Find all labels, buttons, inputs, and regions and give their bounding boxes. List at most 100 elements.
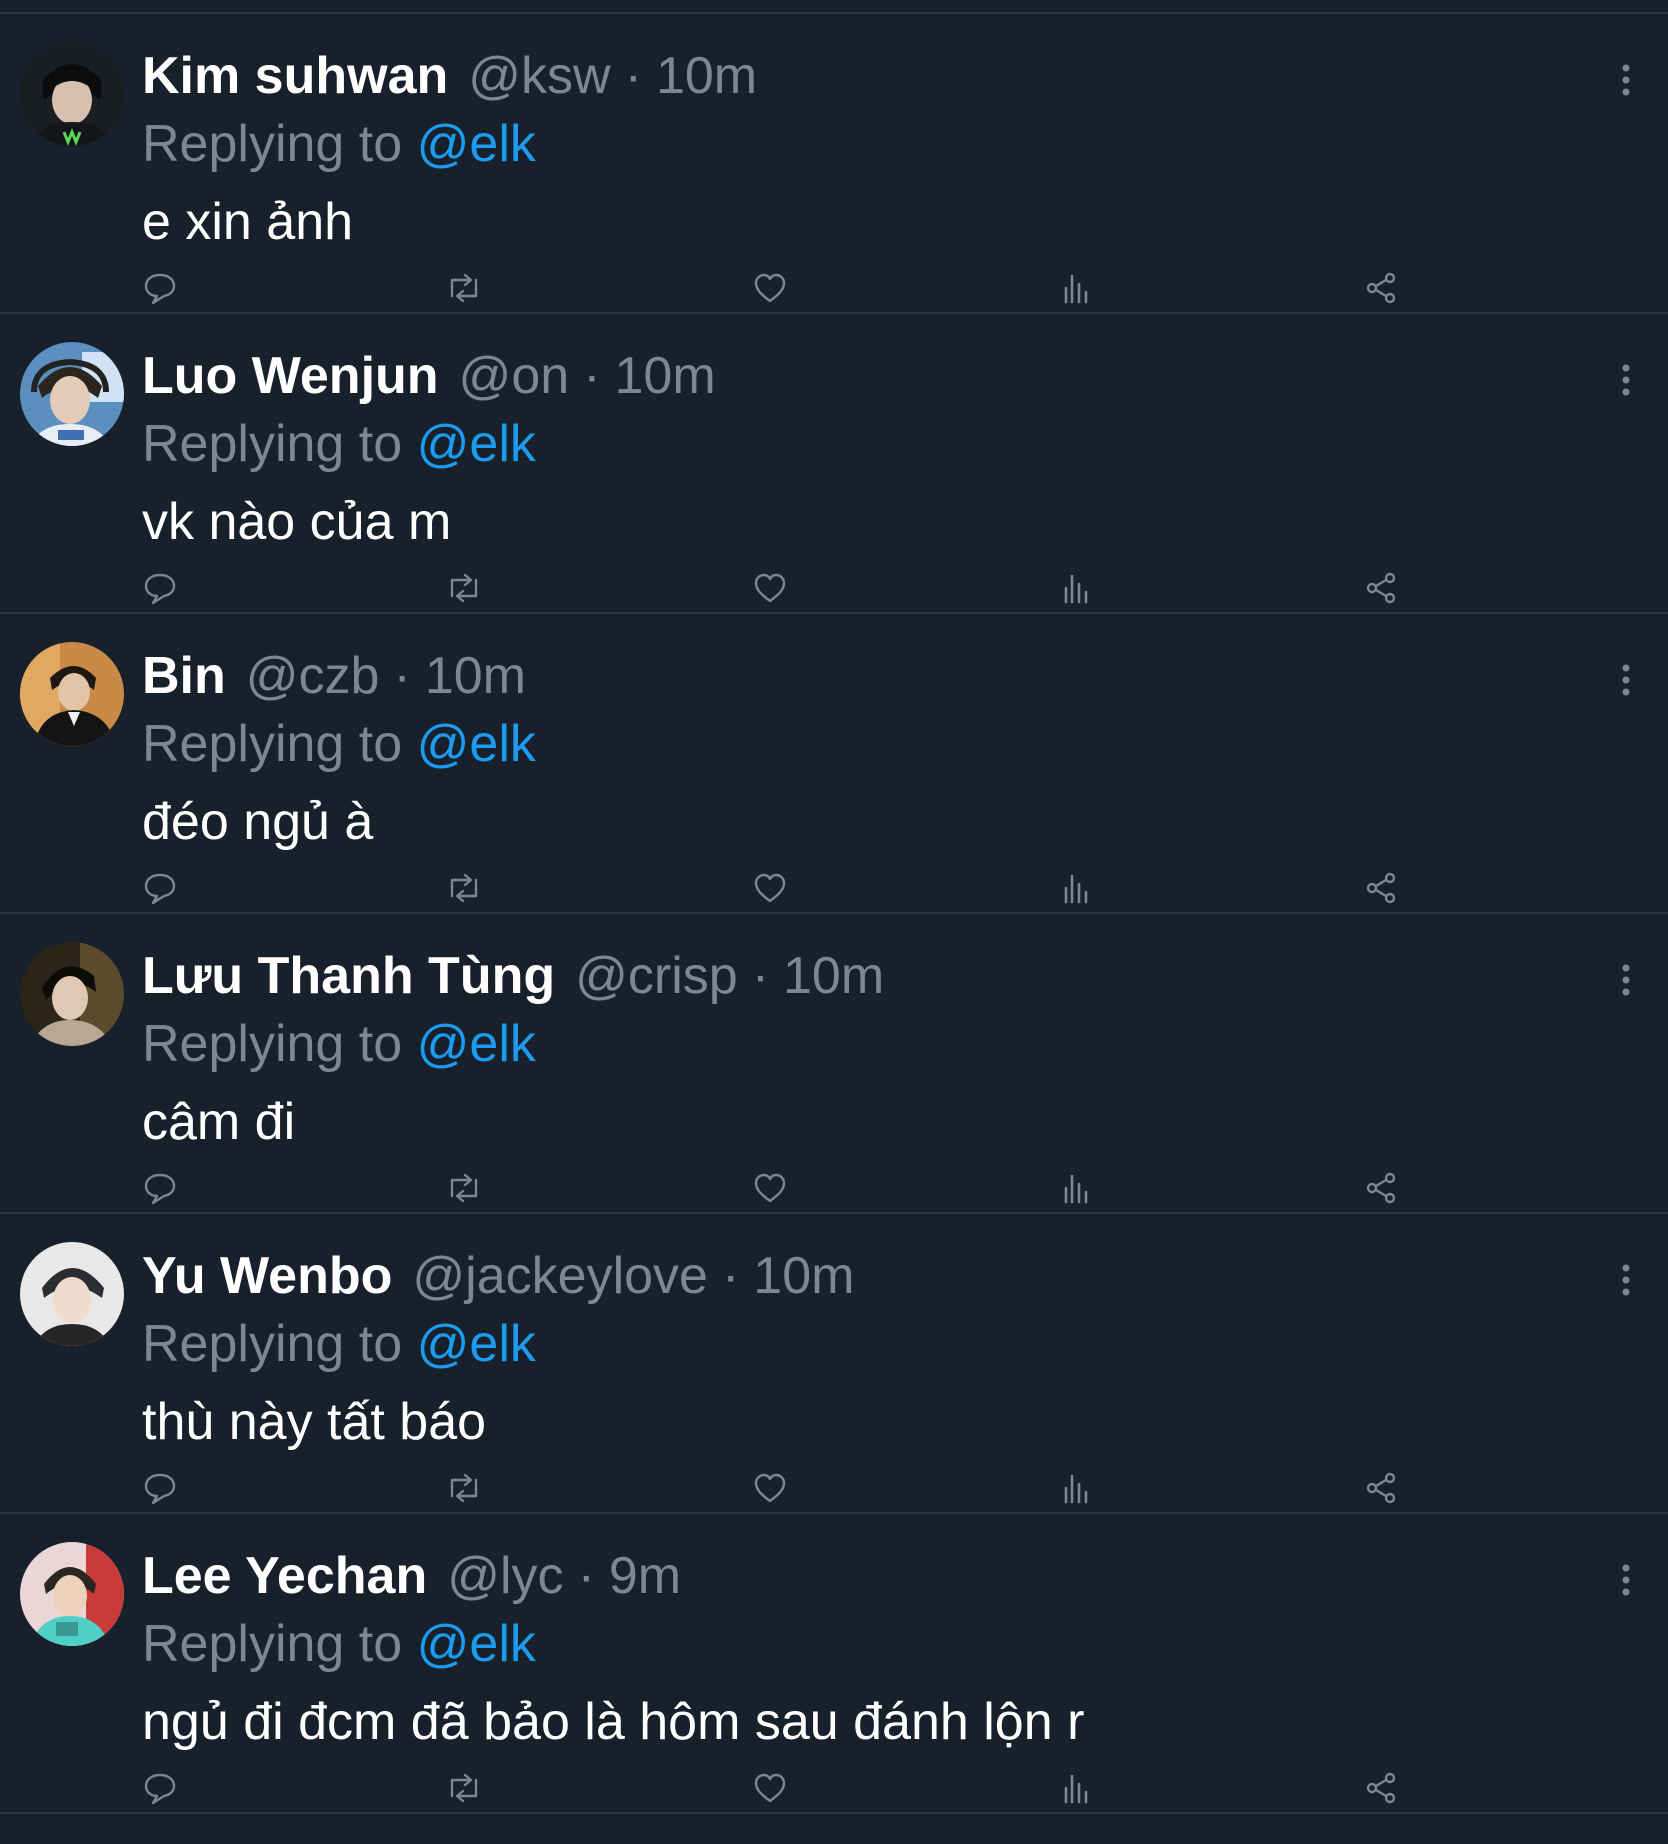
views-icon[interactable] [1058,870,1094,906]
avatar[interactable] [20,642,124,746]
timestamp[interactable]: 10m [425,647,526,705]
reply-icon[interactable] [142,570,178,606]
tweet-text: đéo ngủ à [142,793,374,851]
retweet-icon[interactable] [446,570,482,606]
reply-mention-link[interactable]: @elk [417,1615,536,1673]
more-options-icon[interactable] [1612,60,1640,100]
reply-mention-link[interactable]: @elk [417,1315,536,1373]
retweet-icon[interactable] [446,1170,482,1206]
tweet-header: Lưu Thanh Tùng @crisp · 10m [142,944,884,1008]
retweet-icon[interactable] [446,270,482,306]
separator-dot: · [721,1247,740,1305]
avatar[interactable] [20,1242,124,1346]
tweet[interactable]: Kim suhwan @ksw · 10m Replying to @elk e xi… [0,14,1668,314]
reply-icon[interactable] [142,1470,178,1506]
reply-icon[interactable] [142,1770,178,1806]
display-name[interactable]: Lưu Thanh Tùng [142,947,555,1005]
views-icon[interactable] [1058,270,1094,306]
tweet[interactable]: Lưu Thanh Tùng @crisp · 10m Replying to @el… [0,914,1668,1214]
timestamp[interactable]: 10m [615,347,716,405]
views-icon[interactable] [1058,1170,1094,1206]
tweet-text: e xin ảnh [142,193,354,251]
like-icon[interactable] [752,1170,788,1206]
replying-to-label: Replying to [142,1015,403,1073]
tweet-actions [140,870,1400,906]
tweet[interactable]: Yu Wenbo @jackeylove · 10m Replying to @elk… [0,1214,1668,1514]
share-icon[interactable] [1364,270,1400,306]
reply-mention-link[interactable]: @elk [417,715,536,773]
reply-mention-link[interactable]: @elk [417,1015,536,1073]
timestamp[interactable]: 10m [656,47,757,105]
like-icon[interactable] [752,870,788,906]
display-name[interactable]: Yu Wenbo [142,1247,392,1305]
separator-dot: · [751,947,770,1005]
views-icon[interactable] [1058,1470,1094,1506]
tweet-actions [140,1170,1400,1206]
replying-to: Replying to @elk [142,412,536,476]
display-name[interactable]: Kim suhwan [142,47,448,105]
more-options-icon[interactable] [1612,1260,1640,1300]
more-options-icon[interactable] [1612,960,1640,1000]
tweet-text: vk nào của m [142,493,452,551]
user-handle[interactable]: @ksw [468,47,610,105]
more-options-icon[interactable] [1612,360,1640,400]
more-options-icon[interactable] [1612,660,1640,700]
tweet-actions [140,1470,1400,1506]
like-icon[interactable] [752,1770,788,1806]
replying-to: Replying to @elk [142,712,536,776]
display-name[interactable]: Luo Wenjun [142,347,439,405]
reply-icon[interactable] [142,270,178,306]
like-icon[interactable] [752,570,788,606]
avatar[interactable] [20,42,124,146]
tweet-actions [140,270,1400,306]
timestamp[interactable]: 10m [753,1247,854,1305]
reply-icon[interactable] [142,870,178,906]
separator-dot: · [393,647,411,705]
reply-mention-link[interactable]: @elk [417,415,536,473]
reply-mention-link[interactable]: @elk [417,115,536,173]
tweet[interactable]: Luo Wenjun @on · 10m Replying to @elk vk nà… [0,314,1668,614]
more-options-icon[interactable] [1612,1560,1640,1600]
reply-feed: Kim suhwan @ksw · 10m Replying to @elk e xi… [0,14,1668,1814]
separator-dot: · [577,1547,595,1605]
retweet-icon[interactable] [446,1470,482,1506]
avatar[interactable] [20,342,124,446]
share-icon[interactable] [1364,1170,1400,1206]
tweet[interactable]: Lee Yechan @lyc · 9m Replying to @elk ngủ đ… [0,1514,1668,1814]
retweet-icon[interactable] [446,1770,482,1806]
tweet-header: Luo Wenjun @on · 10m [142,344,716,408]
share-icon[interactable] [1364,870,1400,906]
user-handle[interactable]: @czb [246,647,380,705]
tweet[interactable]: Bin @czb · 10m Replying to @elk đéo ngủ à [0,614,1668,914]
retweet-icon[interactable] [446,870,482,906]
replying-to-label: Replying to [142,1315,403,1373]
reply-icon[interactable] [142,1170,178,1206]
timestamp[interactable]: 9m [609,1547,681,1605]
tweet-header: Lee Yechan @lyc · 9m [142,1544,681,1608]
tweet-text: câm đi [142,1093,296,1151]
display-name[interactable]: Lee Yechan [142,1547,427,1605]
share-icon[interactable] [1364,1470,1400,1506]
separator-dot: · [583,347,601,405]
user-handle[interactable]: @lyc [447,1547,563,1605]
share-icon[interactable] [1364,570,1400,606]
user-handle[interactable]: @on [459,347,570,405]
share-icon[interactable] [1364,1770,1400,1806]
like-icon[interactable] [752,270,788,306]
tweet-header: Yu Wenbo @jackeylove · 10m [142,1244,854,1308]
avatar[interactable] [20,942,124,1046]
tweet-actions [140,1770,1400,1806]
replying-to-label: Replying to [142,1615,403,1673]
user-handle[interactable]: @crisp [575,947,738,1005]
display-name[interactable]: Bin [142,647,226,705]
views-icon[interactable] [1058,570,1094,606]
like-icon[interactable] [752,1470,788,1506]
replying-to: Replying to @elk [142,1012,536,1076]
tweet-header: Kim suhwan @ksw · 10m [142,44,757,108]
tweet-actions [140,570,1400,606]
replying-to: Replying to @elk [142,1612,536,1676]
views-icon[interactable] [1058,1770,1094,1806]
avatar[interactable] [20,1542,124,1646]
timestamp[interactable]: 10m [783,947,884,1005]
user-handle[interactable]: @jackeylove [412,1247,708,1305]
